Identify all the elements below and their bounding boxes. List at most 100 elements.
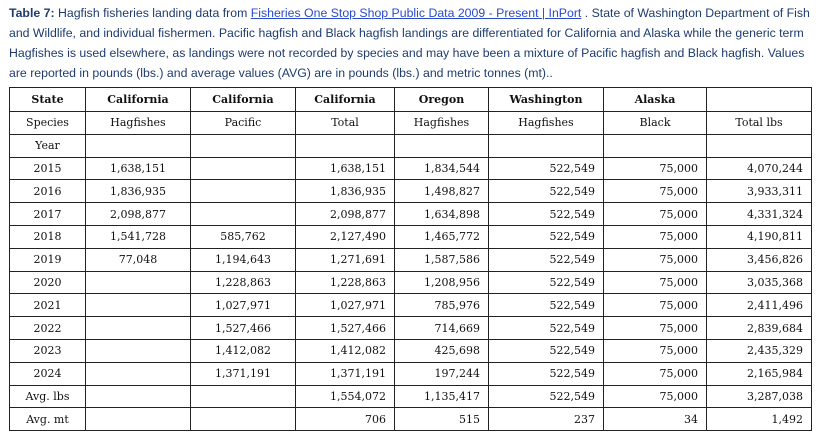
table-cell: 1,271,691 [295, 247, 395, 272]
table-row: 2019 77,048 1,194,643 1,271,691 1,587,586 522… [9, 247, 812, 272]
table-cell: California [85, 87, 191, 112]
table-row: 2024 1,371,191 1,371,191 197,244 522,549 75,0… [9, 361, 812, 386]
table-cell: 1,135,417 [394, 384, 489, 409]
table-row: 2017 2,098,877 2,098,877 1,634,898 522,549 75… [9, 202, 812, 226]
table-cell: 2,411,496 [706, 293, 812, 318]
table-cell: 75,000 [603, 270, 707, 295]
table-cell: 1,228,863 [295, 270, 395, 295]
table-cell: 75,000 [603, 202, 707, 226]
table-cell: 3,933,311 [706, 179, 812, 204]
table-cell: 1,527,466 [295, 316, 395, 340]
table-cell: 3,456,826 [706, 247, 812, 272]
header-row-species: Species Hagfishes Pacific Total Hagfishes Hag… [9, 111, 812, 135]
caption-text-lead: Hagfish fisheries landing data from [54, 6, 251, 20]
table-cell: Hagfishes [85, 111, 191, 135]
table-cell [85, 133, 191, 158]
table-cell: 1,412,082 [190, 338, 296, 363]
table-cell: 522,549 [488, 270, 604, 295]
table-cell: 2,127,490 [295, 224, 395, 249]
table-cell [190, 202, 296, 226]
table-cell: 1,498,827 [394, 179, 489, 204]
table-cell: 1,836,935 [295, 179, 395, 204]
table-cell: 75,000 [603, 179, 707, 204]
table-cell: 1,492 [706, 407, 812, 432]
table-cell: 1,371,191 [295, 361, 395, 386]
table-row: 2020 1,228,863 1,228,863 1,208,956 522,549 75… [9, 270, 812, 295]
source-link[interactable]: Fisheries One Stop Shop Public Data 2009… [251, 6, 582, 20]
table-cell: 522,549 [488, 156, 604, 181]
table-cell: 1,527,466 [190, 316, 296, 340]
table-cell: Washington [488, 87, 604, 112]
table-cell: Year [9, 133, 86, 158]
table-cell: 4,190,811 [706, 224, 812, 249]
header-row-state: State California California California Orego… [9, 87, 812, 112]
table-cell: 1,465,772 [394, 224, 489, 249]
table-cell: 1,208,956 [394, 270, 489, 295]
table-cell: 2,435,329 [706, 338, 812, 363]
table-cell: 3,035,368 [706, 270, 812, 295]
table-cell: 1,027,971 [295, 293, 395, 318]
table-row: 2018 1,541,728 585,762 2,127,490 1,465,772 52… [9, 224, 812, 249]
table-cell: 75,000 [603, 224, 707, 249]
table-cell [85, 407, 191, 432]
table-cell: State [9, 87, 86, 112]
table-row: 2015 1,638,151 1,638,151 1,834,544 522,549 75… [9, 156, 812, 181]
table-cell: 2024 [9, 361, 86, 386]
table-cell: 75,000 [603, 293, 707, 318]
table-row: 2022 1,527,466 1,527,466 714,669 522,549 75,0… [9, 316, 812, 340]
table-row: Avg. lbs 1,554,072 1,135,417 522,549 75,000 3… [9, 384, 812, 409]
table-cell: 34 [603, 407, 707, 432]
table-cell [706, 133, 812, 158]
table-cell [190, 133, 296, 158]
table-cell: 1,834,544 [394, 156, 489, 181]
table-cell: 522,549 [488, 316, 604, 340]
table-cell: 197,244 [394, 361, 489, 386]
table-cell [488, 133, 604, 158]
landing-data-table: State California California California Orego… [9, 87, 812, 432]
table-cell: 1,836,935 [85, 179, 191, 204]
caption-label: Table 7: [9, 6, 55, 20]
table-cell: 3,287,038 [706, 384, 812, 409]
table-cell: Oregon [394, 87, 489, 112]
table-cell [85, 270, 191, 295]
table-cell: 1,587,586 [394, 247, 489, 272]
table-cell: 1,541,728 [85, 224, 191, 249]
table-cell: 2018 [9, 224, 86, 249]
table-cell [190, 179, 296, 204]
table-cell: 2015 [9, 156, 86, 181]
table-cell: 2023 [9, 338, 86, 363]
table-cell: Black [603, 111, 707, 135]
table-cell: 2,165,984 [706, 361, 812, 386]
table-cell: 425,698 [394, 338, 489, 363]
table-row: 2016 1,836,935 1,836,935 1,498,827 522,549 75… [9, 179, 812, 204]
table-cell: 2,098,877 [295, 202, 395, 226]
table-cell: 2016 [9, 179, 86, 204]
table-cell [85, 361, 191, 386]
table-cell: 585,762 [190, 224, 296, 249]
table-cell: Alaska [603, 87, 707, 112]
table-cell: 522,549 [488, 202, 604, 226]
table-row: Avg. mt 706 515 237 34 1,492 [9, 407, 812, 432]
table-cell: 522,549 [488, 338, 604, 363]
table-cell: 785,976 [394, 293, 489, 318]
table-cell [190, 407, 296, 432]
table-cell [706, 87, 812, 112]
table-cell: 522,549 [488, 224, 604, 249]
table-row: 2021 1,027,971 1,027,971 785,976 522,549 75,0… [9, 293, 812, 318]
table-cell: 515 [394, 407, 489, 432]
table-cell: Species [9, 111, 86, 135]
table-cell [295, 133, 395, 158]
header-row-year: Year [9, 133, 812, 158]
table-cell [394, 133, 489, 158]
table-cell: 2022 [9, 316, 86, 340]
table-cell: 75,000 [603, 338, 707, 363]
table-cell: 75,000 [603, 247, 707, 272]
table-row: 2023 1,412,082 1,412,082 425,698 522,549 75,0… [9, 338, 812, 363]
table-cell: 77,048 [85, 247, 191, 272]
table-cell: 1,194,643 [190, 247, 296, 272]
table-cell [85, 293, 191, 318]
table-cell: 1,634,898 [394, 202, 489, 226]
table-cell [190, 156, 296, 181]
table-cell: Pacific [190, 111, 296, 135]
table-cell: 522,549 [488, 293, 604, 318]
